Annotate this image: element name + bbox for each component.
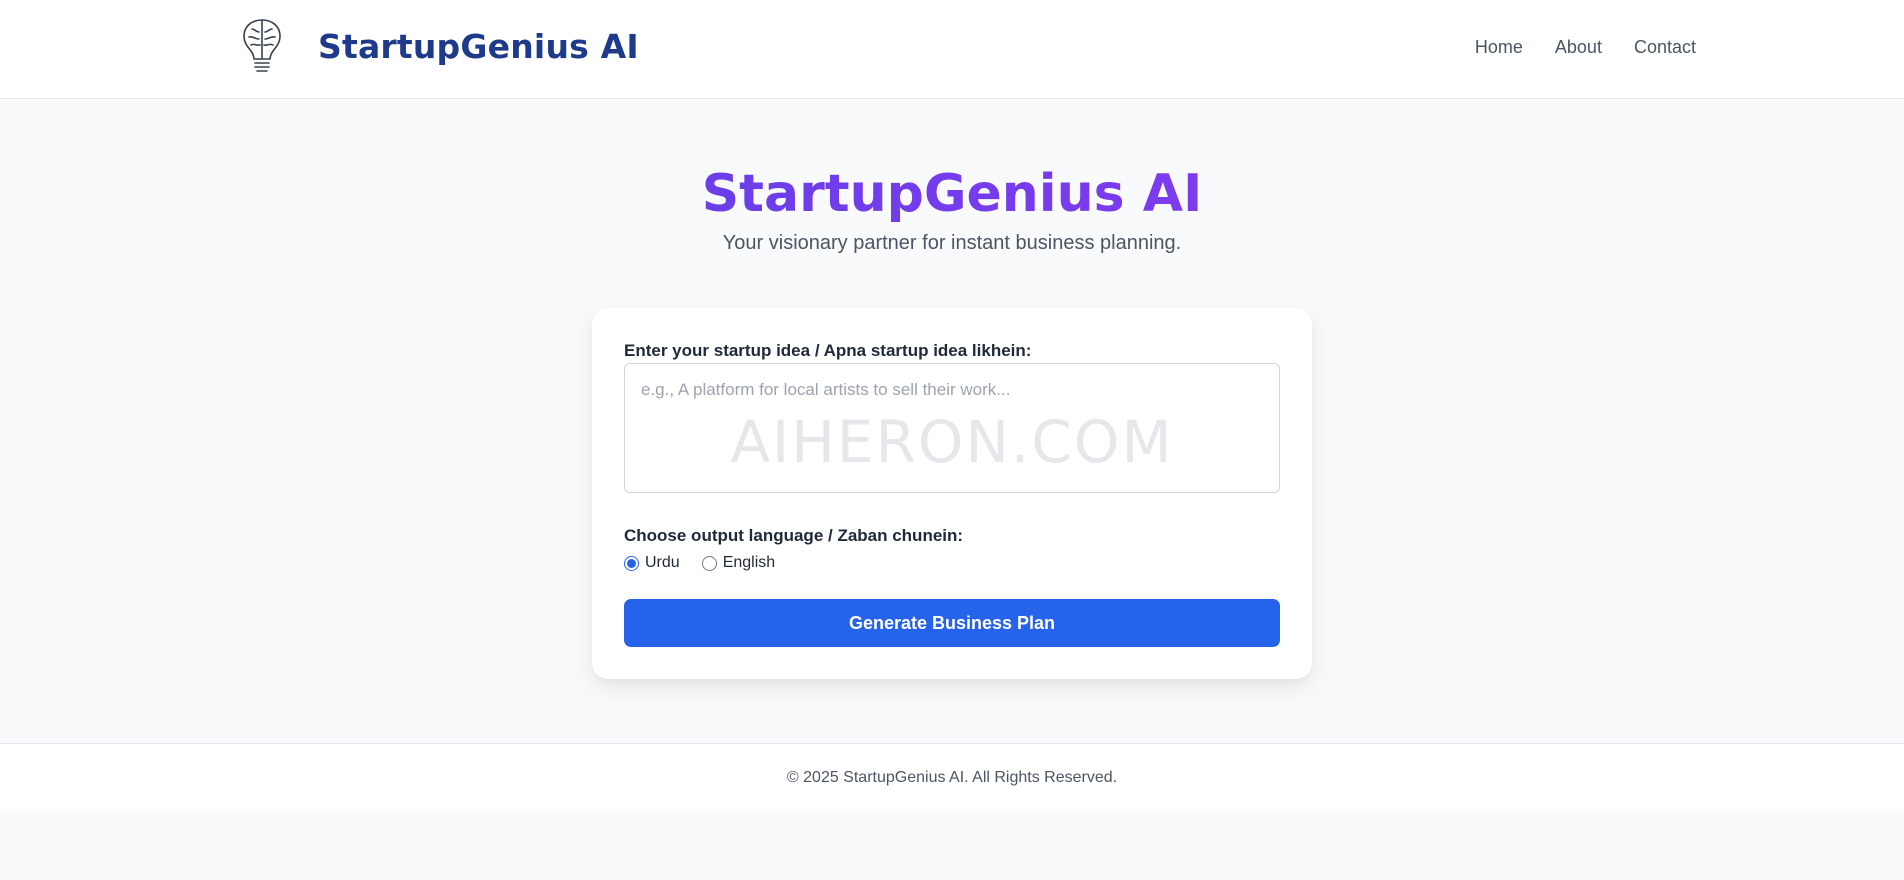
english-radio[interactable] xyxy=(701,555,717,571)
nav-contact-link[interactable]: Contact xyxy=(1634,37,1696,58)
brand[interactable]: StartupGenius AI xyxy=(240,17,639,75)
brain-bulb-icon xyxy=(240,17,284,75)
idea-label: Enter your startup idea / Apna startup i… xyxy=(624,341,1032,360)
generate-plan-button[interactable]: Generate Business Plan xyxy=(624,599,1280,647)
urdu-radio-label: Urdu xyxy=(645,554,680,571)
hero-subtitle: Your visionary partner for instant busin… xyxy=(722,232,1182,254)
main-nav: Home About Contact xyxy=(1475,37,1696,58)
nav-home-link[interactable]: Home xyxy=(1475,37,1523,58)
hero-title: StartupGenius AI xyxy=(0,162,1904,226)
idea-form-card: Enter your startup idea / Apna startup i… xyxy=(592,308,1312,679)
brand-name: StartupGenius AI xyxy=(318,26,639,66)
language-radio-group: Urdu English xyxy=(624,554,775,572)
language-option-urdu[interactable]: Urdu xyxy=(624,554,680,572)
footer: © 2025 StartupGenius AI. All Rights Rese… xyxy=(0,743,1904,811)
top-navbar: StartupGenius AI Home About Contact xyxy=(0,0,1904,99)
footer-copyright: © 2025 StartupGenius AI. All Rights Rese… xyxy=(786,769,1118,786)
language-option-english[interactable]: English xyxy=(701,554,776,572)
urdu-radio[interactable] xyxy=(624,555,639,571)
language-label: Choose output language / Zaban chunein: xyxy=(624,526,964,545)
english-radio-label: English xyxy=(722,554,776,571)
idea-textarea[interactable] xyxy=(624,363,1280,493)
nav-about-link[interactable]: About xyxy=(1555,37,1602,58)
